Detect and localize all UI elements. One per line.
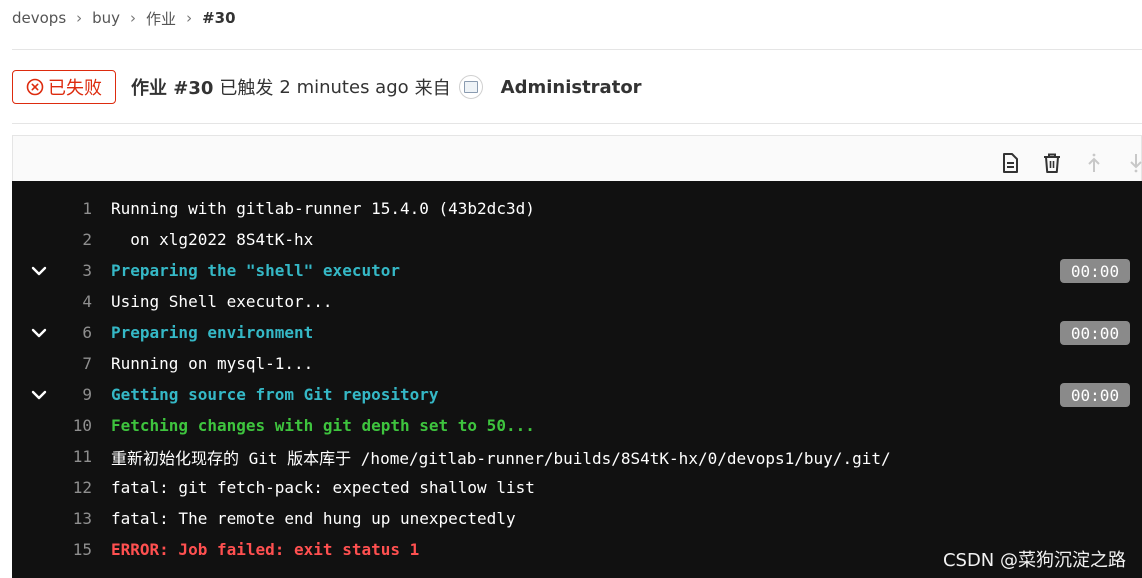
chevron-right-icon: › <box>76 9 83 27</box>
chevron-down-icon[interactable] <box>30 324 48 342</box>
line-number[interactable]: 6 <box>52 323 92 342</box>
line-number[interactable]: 12 <box>52 478 92 497</box>
line-text: on xlg2022 8S4tK-hx <box>111 230 314 249</box>
line-text: Preparing environment <box>111 323 314 342</box>
breadcrumb-item-current[interactable]: #30 <box>202 9 235 27</box>
log-line: 4 Using Shell executor... <box>12 286 1142 317</box>
user-link[interactable]: Administrator <box>501 77 642 98</box>
line-text: fatal: The remote end hung up unexpected… <box>111 509 516 528</box>
breadcrumb-item-group[interactable]: devops <box>12 9 66 27</box>
line-text: Running on mysql-1... <box>111 354 314 373</box>
log-line: 11 重新初始化现存的 Git 版本库于 /home/gitlab-runner/… <box>12 441 1142 472</box>
log-section-header[interactable]: 3 Preparing the "shell" executor 00:00 <box>12 255 1142 286</box>
line-text: Using Shell executor... <box>111 292 333 311</box>
raw-log-icon[interactable] <box>999 152 1021 174</box>
breadcrumb-item-project[interactable]: buy <box>92 9 120 27</box>
line-number[interactable]: 2 <box>52 230 92 249</box>
chevron-right-icon: › <box>186 9 193 27</box>
line-number[interactable]: 13 <box>52 509 92 528</box>
line-number[interactable]: 4 <box>52 292 92 311</box>
time-ago: 2 minutes ago <box>279 76 409 98</box>
line-text: ERROR: Job failed: exit status 1 <box>111 540 420 559</box>
watermark: CSDN @菜狗沉淀之路 <box>942 550 1126 571</box>
line-text: Getting source from Git repository <box>111 385 439 404</box>
job-title: 作业 #30 <box>131 78 214 99</box>
divider <box>12 49 1142 50</box>
line-number[interactable]: 11 <box>52 447 92 466</box>
breadcrumb: devops › buy › 作业 › #30 <box>12 6 236 30</box>
section-duration-badge: 00:00 <box>1060 259 1130 283</box>
log-line: 13 fatal: The remote end hung up unexpect… <box>12 503 1142 534</box>
failed-status-icon <box>26 78 44 96</box>
line-text: Running with gitlab-runner 15.4.0 (43b2d… <box>111 199 535 218</box>
line-number[interactable]: 3 <box>52 261 92 280</box>
line-number[interactable]: 1 <box>52 199 92 218</box>
log-line: 10 Fetching changes with git depth set to… <box>12 410 1142 441</box>
job-log[interactable]: 1 Running with gitlab-runner 15.4.0 (43b2… <box>12 181 1142 578</box>
job-header: 作业 #30 已触发 2 minutes ago 来自 Administrato… <box>131 72 642 102</box>
log-section-header[interactable]: 9 Getting source from Git repository 00:00 <box>12 379 1142 410</box>
divider <box>12 123 1142 124</box>
from-label: 来自 <box>414 78 451 99</box>
section-duration-badge: 00:00 <box>1060 383 1130 407</box>
section-duration-badge: 00:00 <box>1060 321 1130 345</box>
log-line: 7 Running on mysql-1... <box>12 348 1142 379</box>
chevron-down-icon[interactable] <box>30 386 48 404</box>
line-number[interactable]: 15 <box>52 540 92 559</box>
line-number[interactable]: 7 <box>52 354 92 373</box>
triggered-label: 已触发 <box>219 78 274 99</box>
line-number[interactable]: 9 <box>52 385 92 404</box>
status-badge[interactable]: 已失败 <box>12 70 116 104</box>
chevron-right-icon: › <box>130 9 137 27</box>
log-toolbar <box>12 135 1142 181</box>
log-line: 12 fatal: git fetch-pack: expected shallo… <box>12 472 1142 503</box>
line-text: 重新初始化现存的 Git 版本库于 /home/gitlab-runner/bu… <box>111 448 891 468</box>
line-text: Fetching changes with git depth set to 5… <box>111 416 535 435</box>
log-section-header[interactable]: 6 Preparing environment 00:00 <box>12 317 1142 348</box>
avatar[interactable] <box>458 75 483 99</box>
log-line: 2 on xlg2022 8S4tK-hx <box>12 224 1142 255</box>
status-label: 已失败 <box>48 78 102 99</box>
line-text: fatal: git fetch-pack: expected shallow … <box>111 478 535 497</box>
log-line: 1 Running with gitlab-runner 15.4.0 (43b2… <box>12 193 1142 224</box>
line-text: Preparing the "shell" executor <box>111 261 400 280</box>
scroll-bottom-icon[interactable] <box>1125 152 1142 174</box>
breadcrumb-item-jobs[interactable]: 作业 <box>146 8 176 29</box>
scroll-top-icon[interactable] <box>1083 152 1105 174</box>
line-number[interactable]: 10 <box>52 416 92 435</box>
chevron-down-icon[interactable] <box>30 262 48 280</box>
erase-log-icon[interactable] <box>1041 152 1063 174</box>
